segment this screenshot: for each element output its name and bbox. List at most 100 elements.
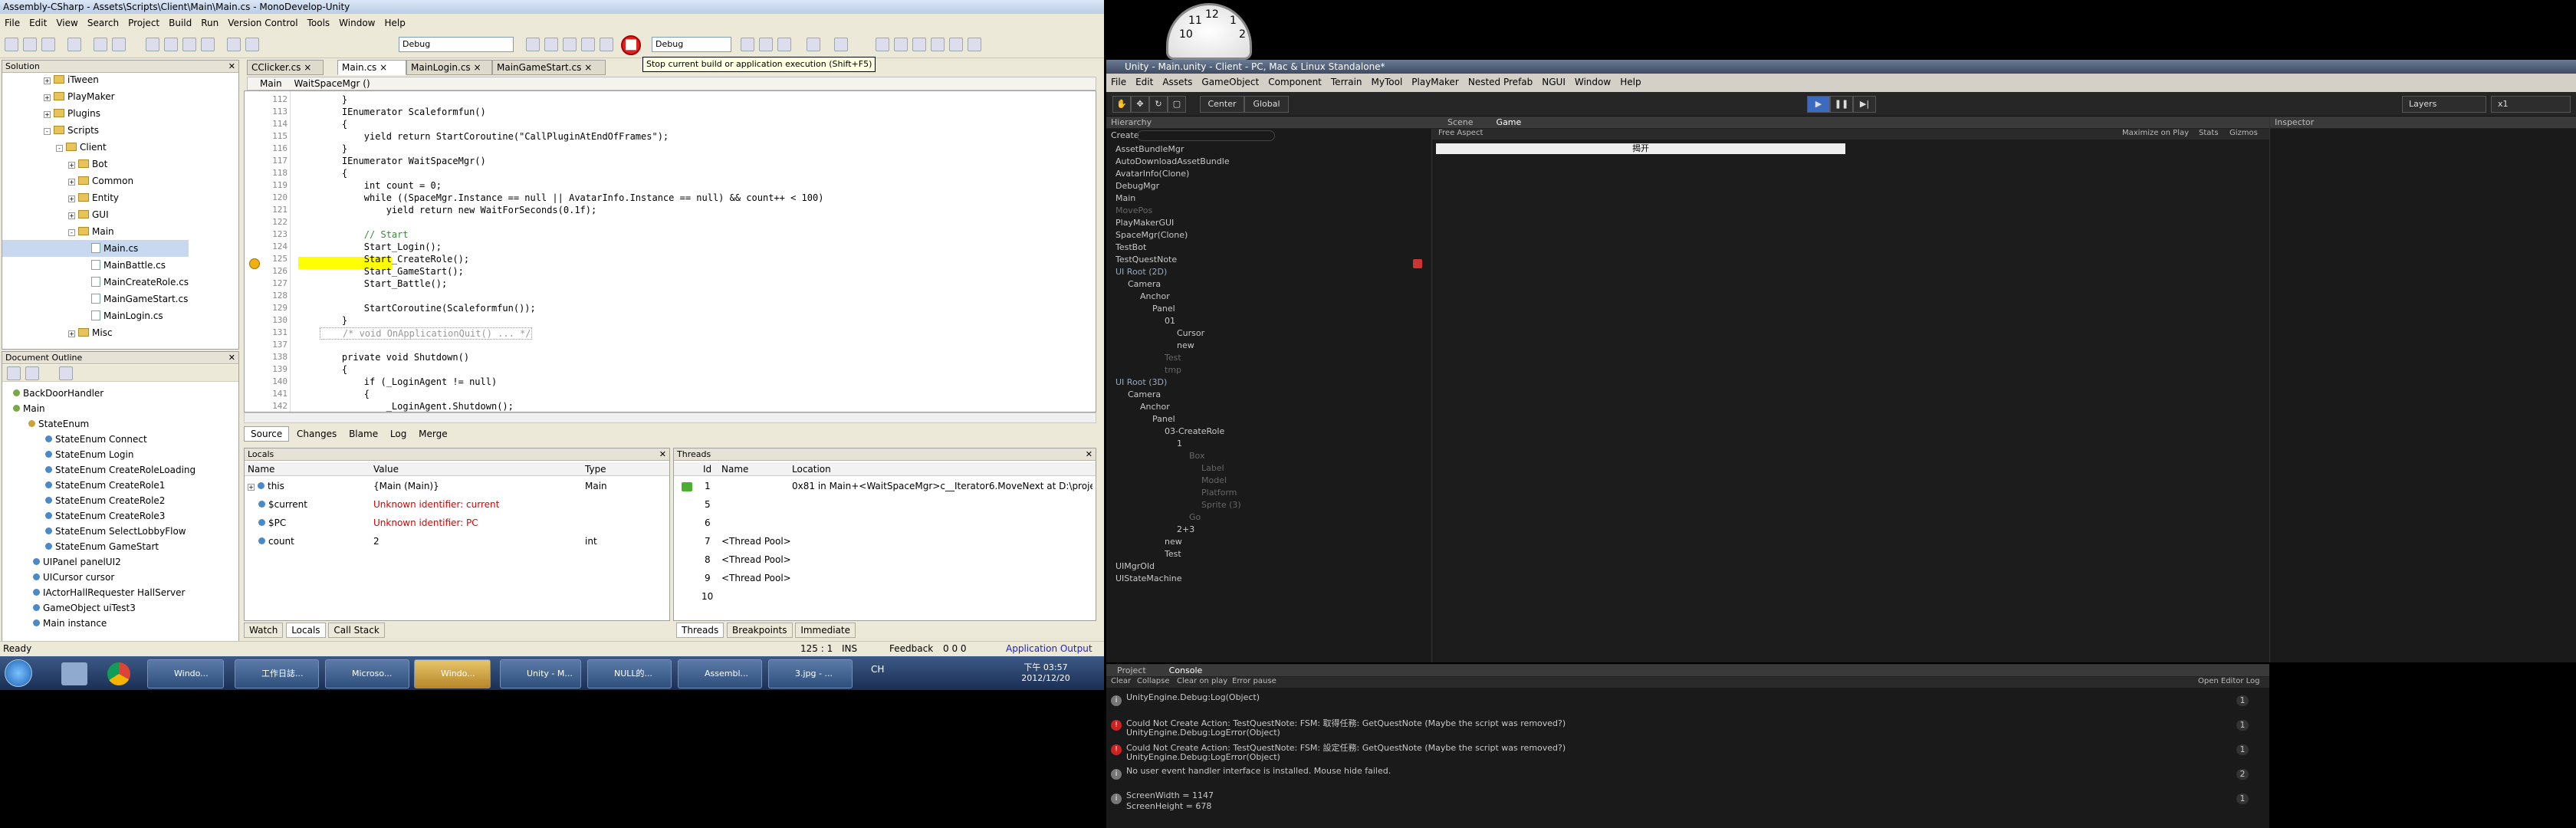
tab-changes[interactable]: Changes	[292, 427, 341, 441]
menu-file[interactable]: File	[0, 15, 25, 28]
tree-item[interactable]: MainLogin.cs	[2, 307, 189, 324]
table-row[interactable]: 5	[705, 499, 711, 510]
expand-icon[interactable]: +	[248, 484, 255, 491]
code-line[interactable]: Start_GameStart();	[320, 266, 464, 277]
outline-item[interactable]: Main	[2, 401, 196, 416]
tab-call-stack[interactable]: Call Stack	[328, 623, 385, 638]
close-icon[interactable]: ✕	[228, 352, 235, 363]
menu-version-control[interactable]: Version Control	[223, 15, 302, 28]
column-header[interactable]: Name	[721, 464, 748, 475]
hierarchy-item[interactable]: Go	[1189, 512, 1201, 522]
table-row[interactable]: + this {Main (Main)} Main	[248, 481, 607, 491]
table-row[interactable]: 6	[705, 518, 711, 528]
explorer-pin-icon[interactable]	[61, 662, 87, 685]
start-button[interactable]	[5, 659, 32, 687]
task-counts[interactable]: 0 0 0	[943, 642, 967, 656]
save-all-icon[interactable]	[67, 38, 81, 51]
hierarchy-item[interactable]: Test	[1165, 549, 1181, 559]
menu-gameobject[interactable]: GameObject	[1197, 77, 1263, 87]
menu-view[interactable]: View	[51, 15, 82, 28]
tree-item-selected[interactable]: Main.cs	[2, 240, 189, 257]
hierarchy-item[interactable]: AutoDownloadAssetBundle	[1116, 156, 1230, 166]
zoom-fit-icon[interactable]	[777, 38, 791, 51]
collapse-icon[interactable]: -	[44, 128, 51, 135]
tab-threads[interactable]: Threads	[676, 623, 724, 638]
menu-tools[interactable]: Tools	[303, 15, 335, 28]
step-over-icon[interactable]	[526, 38, 540, 51]
configuration-select[interactable]: Debug	[399, 37, 514, 52]
tree-item[interactable]: + Misc	[2, 324, 189, 341]
code-line[interactable]: yield return StartCoroutine("CallPluginA…	[320, 131, 669, 142]
close-icon[interactable]: ✕	[1086, 449, 1092, 460]
table-row[interactable]: $current Unknown identifier: current	[258, 499, 499, 510]
hierarchy-item[interactable]: 1	[1177, 439, 1182, 449]
move-tool-icon[interactable]: ✥	[1131, 96, 1149, 113]
code-line[interactable]: Start_CreateRole();	[320, 254, 469, 264]
menu-window[interactable]: Window	[1570, 77, 1615, 87]
taskbar-item[interactable]: Microso...	[325, 659, 409, 688]
hierarchy-item[interactable]: Panel	[1152, 414, 1175, 424]
menu-build[interactable]: Build	[164, 15, 196, 28]
hierarchy-item[interactable]: Platform	[1201, 488, 1237, 498]
outline-item[interactable]: StateEnum CreateRole3	[2, 508, 196, 524]
hierarchy-item[interactable]: Camera	[1128, 389, 1161, 399]
console-entry[interactable]: i ScreenWidth = 1147 ScreenHeight = 678 1	[1106, 790, 2256, 813]
table-row[interactable]: 7 <Thread Pool>	[705, 536, 791, 547]
code-line[interactable]: StartCoroutine(Scaleformfun());	[320, 303, 536, 314]
tree-item[interactable]: - Client	[2, 139, 189, 156]
tab-maingamestart[interactable]: MainGameStart.cs ×	[492, 60, 606, 75]
taskbar-item[interactable]: Windo...	[147, 659, 224, 688]
expand-icon[interactable]: +	[68, 162, 75, 169]
rebuild-icon[interactable]	[245, 38, 259, 51]
code-line[interactable]: _LoginAgent.Shutdown();	[320, 401, 514, 412]
undo-icon[interactable]	[94, 38, 107, 51]
error-pause-toggle[interactable]: Error pause	[1232, 677, 1276, 685]
paste-icon[interactable]	[182, 38, 196, 51]
column-header[interactable]: Type	[585, 464, 606, 475]
outline-item[interactable]: StateEnum SelectLobbyFlow	[2, 524, 196, 539]
layout-icon[interactable]	[834, 38, 848, 51]
bookmark-clear-icon[interactable]	[968, 38, 981, 51]
nav-forward-icon[interactable]	[894, 38, 908, 51]
layout-dropdown[interactable]: x1	[2491, 96, 2571, 113]
code-line[interactable]: {	[320, 168, 347, 179]
outline-item[interactable]: BackDoorHandler	[2, 386, 196, 401]
table-row[interactable]: 8 <Thread Pool>	[705, 554, 791, 565]
hierarchy-item[interactable]: UI Root (3D)	[1116, 377, 1167, 387]
pivot-global-button[interactable]: Global	[1244, 96, 1289, 113]
code-line[interactable]: IEnumerator WaitSpaceMgr()	[320, 156, 486, 166]
step-into-icon[interactable]	[544, 38, 558, 51]
hierarchy-item[interactable]: Camera	[1128, 279, 1161, 289]
tree-item[interactable]: + Bot	[2, 156, 189, 172]
menu-component[interactable]: Component	[1263, 77, 1326, 87]
hierarchy-item[interactable]: Cursor	[1177, 328, 1204, 338]
save-icon[interactable]	[41, 38, 55, 51]
menu-file[interactable]: File	[1106, 77, 1131, 87]
clear-on-play-toggle[interactable]: Clear on play	[1177, 677, 1227, 685]
breadcrumb-class[interactable]: Main	[248, 78, 282, 89]
hierarchy-item[interactable]: tmp	[1165, 365, 1181, 375]
bookmark-icon[interactable]	[912, 38, 926, 51]
stop-execution-button[interactable]: ■	[621, 35, 641, 55]
scale-tool-icon[interactable]: ▢	[1168, 96, 1186, 113]
hierarchy-item[interactable]: Label	[1201, 463, 1224, 473]
console-entry[interactable]: i UnityEngine.Debug:Log(Object) 1	[1106, 692, 2256, 715]
code-line[interactable]: Start_Battle();	[320, 278, 447, 289]
menu-window[interactable]: Window	[334, 15, 380, 28]
code-line[interactable]: /* void OnApplicationQuit() ... */	[320, 327, 532, 340]
hierarchy-item[interactable]: 03-CreateRole	[1165, 426, 1224, 436]
taskbar-item[interactable]: 工作日誌...	[235, 659, 319, 688]
code-line[interactable]: // Start	[320, 229, 409, 240]
step-button[interactable]: ▶|	[1853, 96, 1876, 113]
column-header[interactable]: Location	[792, 464, 831, 475]
menu-terrain[interactable]: Terrain	[1326, 77, 1367, 87]
hierarchy-item[interactable]: SpaceMgr(Clone)	[1116, 230, 1188, 240]
menu-help[interactable]: Help	[380, 15, 409, 28]
delete-icon[interactable]	[201, 38, 215, 51]
collapse-all-icon[interactable]	[7, 366, 21, 380]
menu-nested-prefab[interactable]: Nested Prefab	[1464, 77, 1537, 87]
menu-help[interactable]: Help	[1615, 77, 1645, 87]
expand-icon[interactable]: +	[68, 212, 75, 219]
feedback-button[interactable]: Feedback	[889, 642, 933, 656]
hierarchy-item[interactable]: 2+3	[1177, 524, 1194, 534]
